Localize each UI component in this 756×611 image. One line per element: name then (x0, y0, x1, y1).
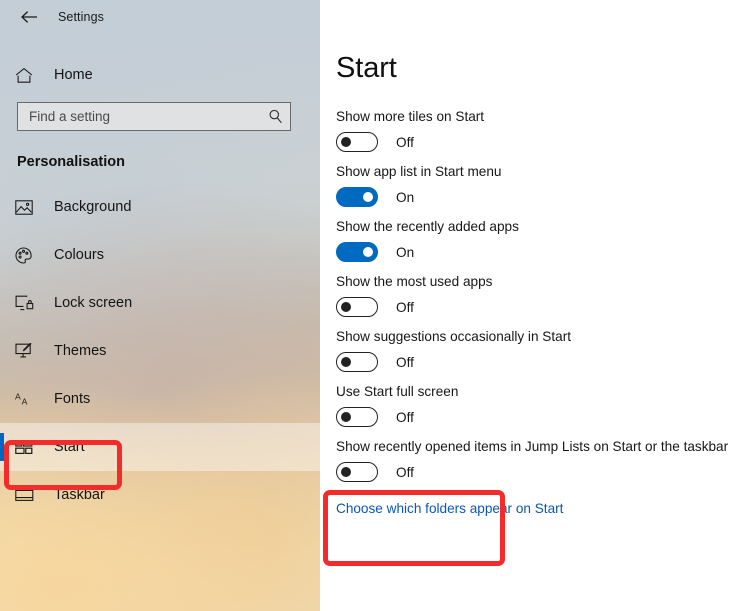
sidebar-nav-list: Background Colours Lock screen Themes A … (0, 183, 320, 519)
setting-label: Show suggestions occasionally in Start (336, 329, 571, 344)
sidebar-item-taskbar[interactable]: Taskbar (0, 471, 320, 519)
svg-text:A: A (15, 391, 21, 401)
toggle-switch[interactable] (336, 407, 378, 427)
setting-label: Show app list in Start menu (336, 164, 502, 179)
lock-screen-icon (15, 295, 37, 311)
taskbar-icon (15, 489, 37, 502)
sidebar-item-label: Taskbar (54, 487, 105, 503)
toggle-switch[interactable] (336, 462, 378, 482)
toggle-state-label: Off (396, 464, 414, 480)
sidebar-item-lock-screen[interactable]: Lock screen (0, 279, 320, 327)
toggle-state-label: Off (396, 134, 414, 150)
sidebar-item-start[interactable]: Start (0, 423, 320, 471)
sidebar-item-background[interactable]: Background (0, 183, 320, 231)
fonts-aa-icon: A A (15, 391, 37, 407)
toggle-state-label: Off (396, 409, 414, 425)
setting-row: Use Start full screen Off (336, 384, 756, 439)
settings-window: Settings Home Find a setting Personalisa… (0, 0, 756, 611)
toggle-state-label: Off (396, 354, 414, 370)
start-tiles-icon (15, 439, 37, 455)
palette-icon (15, 246, 37, 264)
setting-row: Show recently opened items in Jump Lists… (336, 439, 756, 494)
titlebar: Settings (0, 0, 320, 34)
svg-text:A: A (22, 397, 28, 407)
setting-label: Use Start full screen (336, 384, 459, 399)
sidebar-item-home[interactable]: Home (0, 56, 320, 94)
sidebar-item-label: Fonts (54, 391, 91, 407)
toggle-state-label: On (396, 189, 415, 205)
picture-icon (15, 199, 37, 215)
toggle-switch[interactable] (336, 187, 378, 207)
back-arrow-icon[interactable] (14, 3, 44, 31)
sidebar-section-heading: Personalisation (17, 154, 125, 170)
toggle-state-label: On (396, 244, 415, 260)
home-icon (15, 67, 37, 84)
setting-row: Show suggestions occasionally in Start O… (336, 329, 756, 384)
toggle-switch[interactable] (336, 297, 378, 317)
content-panel: Start Show more tiles on Start Off Show … (320, 0, 756, 611)
sidebar-item-label: Themes (54, 343, 107, 359)
search-icon[interactable] (260, 109, 290, 124)
setting-label: Show the recently added apps (336, 219, 519, 234)
search-input[interactable] (18, 103, 260, 130)
toggle-state-label: Off (396, 299, 414, 315)
themes-brush-icon (15, 342, 37, 360)
setting-row: Show more tiles on Start Off (336, 109, 756, 164)
setting-row: Show app list in Start menu On (336, 164, 756, 219)
sidebar: Settings Home Find a setting Personalisa… (0, 0, 320, 611)
setting-label: Show more tiles on Start (336, 109, 485, 124)
setting-row: Show the recently added apps On (336, 219, 756, 274)
sidebar-item-colours[interactable]: Colours (0, 231, 320, 279)
sidebar-item-fonts[interactable]: A A Fonts (0, 375, 320, 423)
sidebar-item-label: Colours (54, 247, 104, 263)
toggle-switch[interactable] (336, 242, 378, 262)
home-label: Home (54, 67, 93, 83)
settings-list: Show more tiles on Start Off Show app li… (320, 109, 756, 494)
window-title: Settings (58, 10, 104, 24)
setting-label: Show recently opened items in Jump Lists… (336, 439, 729, 454)
selection-indicator (0, 433, 4, 461)
sidebar-item-themes[interactable]: Themes (0, 327, 320, 375)
toggle-switch[interactable] (336, 132, 378, 152)
toggle-switch[interactable] (336, 352, 378, 372)
search-box[interactable] (17, 102, 291, 131)
setting-label: Show the most used apps (336, 274, 493, 289)
sidebar-item-label: Lock screen (54, 295, 133, 311)
sidebar-item-label: Start (54, 439, 85, 455)
choose-folders-link[interactable]: Choose which folders appear on Start (336, 501, 563, 516)
sidebar-item-label: Background (54, 199, 132, 215)
page-title: Start (336, 52, 397, 84)
setting-row: Show the most used apps Off (336, 274, 756, 329)
